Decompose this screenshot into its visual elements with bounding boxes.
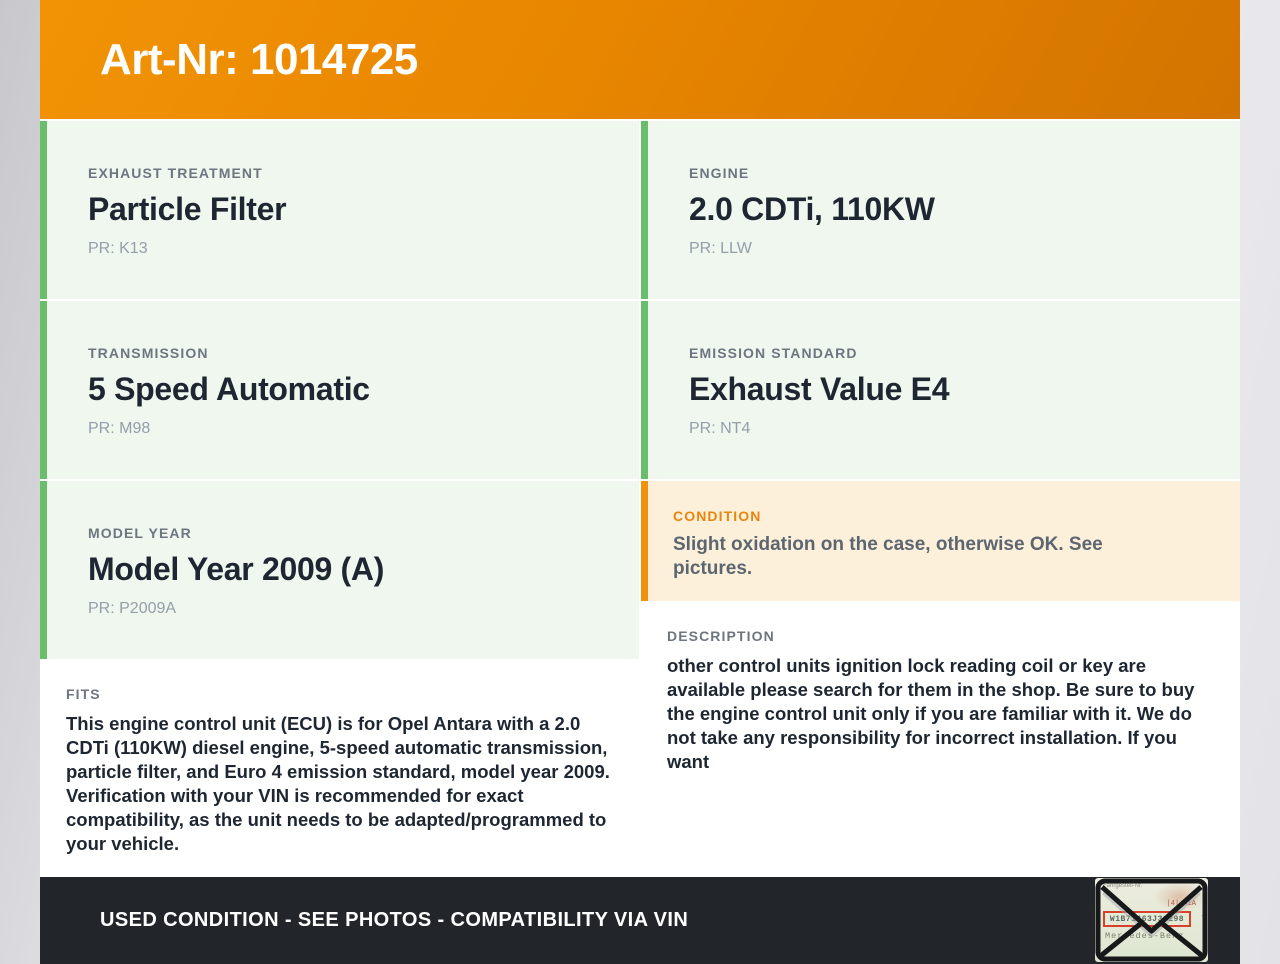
spec-value: Model Year 2009 (A): [88, 551, 385, 587]
condition-card: CONDITION Slight oxidation on the case, …: [641, 481, 1240, 601]
description-label: DESCRIPTION: [667, 628, 775, 644]
spec-grid: EXHAUST TREATMENT Particle Filter PR: K1…: [40, 121, 1240, 875]
vehicle-document-photo: Fahrgestell-Nr. |4| AiA W1B71463J31298 7…: [1095, 878, 1208, 962]
envelope-icon: [1095, 878, 1208, 962]
spec-label: EMISSION STANDARD: [689, 345, 858, 361]
fits-card: FITS This engine control unit (ECU) is f…: [40, 661, 639, 875]
spec-card-engine: ENGINE 2.0 CDTi, 110KW PR: LLW: [641, 121, 1240, 299]
spec-label: ENGINE: [689, 165, 750, 181]
spec-pr-code: PR: K13: [88, 239, 148, 257]
spec-label: MODEL YEAR: [88, 525, 192, 541]
spec-value: 5 Speed Automatic: [88, 371, 370, 407]
condition-text: Slight oxidation on the case, otherwise …: [673, 534, 1103, 579]
left-column: EXHAUST TREATMENT Particle Filter PR: K1…: [40, 121, 639, 875]
description-card: DESCRIPTION other control units ignition…: [641, 603, 1240, 875]
spec-value: Exhaust Value E4: [689, 371, 950, 407]
spec-pr-code: PR: NT4: [689, 419, 751, 437]
spec-card-exhaust-treatment: EXHAUST TREATMENT Particle Filter PR: K1…: [40, 121, 639, 299]
spec-value: 2.0 CDTi, 110KW: [689, 191, 935, 227]
spec-pr-code: PR: P2009A: [88, 599, 177, 617]
footer-banner-text: USED CONDITION - SEE PHOTOS - COMPATIBIL…: [100, 909, 689, 931]
product-sheet: Art-Nr: 1014725 EXHAUST TREATMENT Partic…: [40, 0, 1240, 964]
fits-text: This engine control unit (ECU) is for Op…: [66, 713, 610, 854]
spec-card-model-year: MODEL YEAR Model Year 2009 (A) PR: P2009…: [40, 481, 639, 659]
spec-pr-code: PR: LLW: [689, 239, 752, 257]
spec-pr-code: PR: M98: [88, 419, 151, 437]
header-bar: Art-Nr: 1014725: [40, 0, 1240, 119]
spec-label: EXHAUST TREATMENT: [88, 165, 263, 181]
condition-label: CONDITION: [673, 508, 762, 524]
footer-banner: USED CONDITION - SEE PHOTOS - COMPATIBIL…: [40, 877, 1240, 964]
page-title: Art-Nr: 1014725: [100, 34, 418, 84]
fits-label: FITS: [66, 686, 101, 702]
spec-label: TRANSMISSION: [88, 345, 209, 361]
spec-card-emission-standard: EMISSION STANDARD Exhaust Value E4 PR: N…: [641, 301, 1240, 479]
spec-card-transmission: TRANSMISSION 5 Speed Automatic PR: M98: [40, 301, 639, 479]
right-column: ENGINE 2.0 CDTi, 110KW PR: LLW EMISSION …: [641, 121, 1240, 875]
description-text: other control units ignition lock readin…: [667, 655, 1195, 772]
spec-value: Particle Filter: [88, 191, 287, 227]
